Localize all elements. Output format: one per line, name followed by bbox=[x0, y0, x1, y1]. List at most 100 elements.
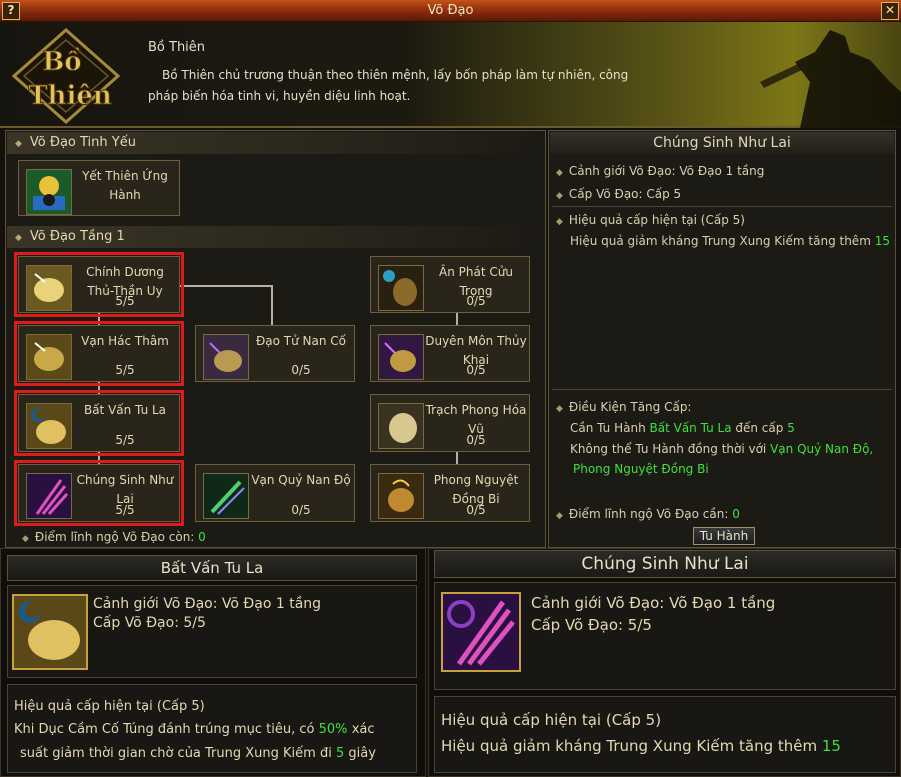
skill-node-chinh-duong[interactable]: Chính Dương Thủ-Thần Uy 5/5 bbox=[14, 252, 184, 317]
tree-connector bbox=[98, 452, 100, 464]
remaining-points-label: Điểm lĩnh ngộ Võ Đạo còn: bbox=[34, 530, 195, 544]
close-button[interactable]: ✕ bbox=[881, 2, 899, 20]
tree-connector bbox=[98, 382, 100, 394]
essence-skill-node[interactable]: Yết Thiên Ứng Hành bbox=[18, 160, 180, 216]
upgrade-condition-2: Không thể Tu Hành đồng thời với Vạn Quỷ … bbox=[570, 442, 873, 456]
detail-title: Chúng Sinh Như Lai bbox=[550, 132, 894, 154]
skill-level: 0/5 bbox=[291, 503, 311, 517]
skill-level: 0/5 bbox=[466, 294, 486, 308]
fist-icon bbox=[26, 334, 72, 380]
skill-node-duyen-mon-thuy-khai[interactable]: Duyên Môn Thủy Khai 0/5 bbox=[370, 325, 530, 382]
cond-text: Không thể Tu Hành đồng thời với bbox=[570, 442, 767, 456]
effect-percent: 50% bbox=[318, 722, 348, 737]
effect-text: suất giảm thời gian chờ của Trung Xung K… bbox=[20, 746, 332, 761]
tooltip-left-realm: Cảnh giới Võ Đạo: Võ Đạo 1 tầng bbox=[93, 596, 322, 612]
diamond-icon: ◆ bbox=[15, 139, 22, 149]
sun-figure-icon bbox=[26, 169, 72, 215]
tooltip-left-title: Bất Vấn Tu La bbox=[7, 555, 417, 581]
skill-node-trach-phong-hoa-vu[interactable]: Trạch Phong Hóa Vũ 0/5 bbox=[370, 394, 530, 452]
tree-connector bbox=[98, 313, 100, 325]
cond-level: 5 bbox=[787, 421, 795, 435]
diamond-icon: ◆ bbox=[556, 404, 563, 414]
effect-text: Hiệu quả giảm kháng Trung Xung Kiếm tăng… bbox=[441, 737, 818, 755]
skill-level: 0/5 bbox=[291, 363, 311, 377]
diamond-icon: ◆ bbox=[556, 191, 563, 201]
cond-skill: Bất Vấn Tu La bbox=[649, 421, 732, 435]
tooltip-right-title: Chúng Sinh Như Lai bbox=[434, 550, 896, 578]
effect-seconds: 5 bbox=[335, 746, 345, 761]
tooltip-right-effect-line: Hiệu quả giảm kháng Trung Xung Kiếm tăng… bbox=[441, 737, 841, 755]
divider bbox=[552, 206, 892, 207]
skill-level: 5/5 bbox=[115, 294, 135, 308]
detail-rank-text: Cấp Võ Đạo: Cấp 5 bbox=[568, 187, 682, 201]
upgrade-condition-1: Cần Tu Hành Bất Vấn Tu La đến cấp 5 bbox=[570, 421, 795, 435]
skill-node-bat-van-tu-la[interactable]: Bất Vấn Tu La 5/5 bbox=[14, 390, 184, 456]
purple-fist-icon bbox=[378, 334, 424, 380]
essence-skill-name: Yết Thiên Ứng Hành bbox=[82, 169, 168, 202]
cond-text: Cần Tu Hành bbox=[570, 421, 646, 435]
skill-node-van-hac-tham[interactable]: Vạn Hác Thâm 5/5 bbox=[14, 321, 184, 386]
upgrade-conditions-title-text: Điều Kiện Tăng Cấp: bbox=[568, 400, 692, 414]
skill-level: 0/5 bbox=[466, 503, 486, 517]
mask-icon bbox=[378, 265, 424, 311]
detail-realm: ◆ Cảnh giới Võ Đạo: Võ Đạo 1 tầng bbox=[556, 164, 764, 178]
skill-node-phong-nguyet-dong-bi[interactable]: Phong Nguyệt Đồng Bi 0/5 bbox=[370, 464, 530, 522]
flame-fist-icon bbox=[378, 473, 424, 519]
skill-node-van-quy-nan-do[interactable]: Vạn Quỷ Nan Độ 0/5 bbox=[195, 464, 355, 522]
diamond-icon: ◆ bbox=[556, 217, 563, 227]
tooltip-left-effect-line1: Khi Dục Cầm Cố Túng đánh trúng mục tiêu,… bbox=[14, 722, 375, 737]
detail-effect-desc: Hiệu quả giảm kháng Trung Xung Kiếm tăng… bbox=[570, 234, 871, 248]
skill-node-chung-sinh-nhu-lai[interactable]: Chúng Sinh Như Lai 5/5 bbox=[14, 460, 184, 526]
detail-effect-text: Hiệu quả giảm kháng Trung Xung Kiếm tăng… bbox=[570, 234, 890, 248]
effect-value: 15 bbox=[821, 737, 841, 755]
purple-slash-icon bbox=[26, 473, 72, 519]
diamond-icon: ◆ bbox=[15, 233, 22, 243]
tooltip-left-effect-title: Hiệu quả cấp hiện tại (Cấp 5) bbox=[14, 699, 205, 714]
detail-effect-value: 15 bbox=[874, 234, 890, 248]
fist-icon bbox=[26, 265, 72, 311]
window-title: Võ Đạo bbox=[427, 3, 474, 18]
detail-realm-text: Cảnh giới Võ Đạo: Võ Đạo 1 tầng bbox=[568, 164, 765, 178]
fist-icon bbox=[203, 334, 249, 380]
tree-connector bbox=[180, 285, 272, 287]
window-titlebar: ? Võ Đạo ✕ bbox=[0, 0, 901, 22]
skill-level: 5/5 bbox=[115, 503, 135, 517]
skill-level: 0/5 bbox=[466, 433, 486, 447]
tooltip-right-effect-title: Hiệu quả cấp hiện tại (Cấp 5) bbox=[441, 711, 662, 729]
divider bbox=[552, 389, 892, 390]
green-slash-icon bbox=[203, 473, 249, 519]
tooltip-right-rank: Cấp Võ Đạo: 5/5 bbox=[531, 616, 652, 634]
skill-node-dao-tu-nan-co[interactable]: Đạo Tử Nan Cố 0/5 bbox=[195, 325, 355, 382]
skill-node-an-phat-cuu-trong[interactable]: Ân Phát Cửu Trọng 0/5 bbox=[370, 256, 530, 313]
required-points-label: Điểm lĩnh ngộ Võ Đạo cần: bbox=[568, 507, 729, 521]
school-emblem-icon: Bồ Thiên bbox=[12, 28, 120, 124]
train-button[interactable]: Tu Hành bbox=[693, 527, 755, 545]
tooltip-right-realm: Cảnh giới Võ Đạo: Võ Đạo 1 tầng bbox=[531, 594, 776, 612]
diamond-icon: ◆ bbox=[556, 511, 563, 521]
remaining-points: ◆ Điểm lĩnh ngộ Võ Đạo còn: 0 bbox=[22, 530, 206, 544]
svg-text:Thiên: Thiên bbox=[28, 81, 112, 111]
warrior-silhouette-icon bbox=[760, 30, 901, 128]
upgrade-condition-2-skill2: Phong Nguyệt Đồng Bi bbox=[573, 462, 709, 476]
required-points-value: 0 bbox=[732, 507, 740, 521]
wind-fist-icon bbox=[378, 403, 424, 449]
tree-connector bbox=[456, 452, 458, 464]
essence-section-label: Võ Đạo Tinh Yếu bbox=[29, 135, 136, 150]
skill-name: Vạn Quỷ Nan Độ bbox=[251, 473, 351, 487]
skill-name: Vạn Hác Thâm bbox=[81, 334, 169, 348]
level-section-label: Võ Đạo Tầng 1 bbox=[29, 229, 125, 244]
moon-fist-icon bbox=[26, 403, 72, 449]
tree-connector bbox=[271, 285, 273, 325]
skill-level: 5/5 bbox=[115, 363, 135, 377]
level-section-header: ◆ Võ Đạo Tầng 1 bbox=[7, 226, 544, 248]
svg-text:Bồ: Bồ bbox=[42, 47, 81, 77]
tooltip-left-effect-line2: suất giảm thời gian chờ của Trung Xung K… bbox=[20, 746, 376, 761]
effect-text: xác bbox=[351, 722, 375, 737]
effect-text: Khi Dục Cầm Cố Túng đánh trúng mục tiêu,… bbox=[14, 722, 315, 737]
school-title: Bồ Thiên bbox=[148, 40, 206, 55]
upgrade-conditions-title: ◆ Điều Kiện Tăng Cấp: bbox=[556, 400, 691, 414]
tooltip-right-effect-box bbox=[434, 696, 896, 773]
moon-fist-icon bbox=[12, 594, 88, 670]
school-description: Bồ Thiên chủ trương thuận theo thiên mện… bbox=[148, 68, 629, 103]
skill-name: Đạo Tử Nan Cố bbox=[255, 334, 347, 348]
